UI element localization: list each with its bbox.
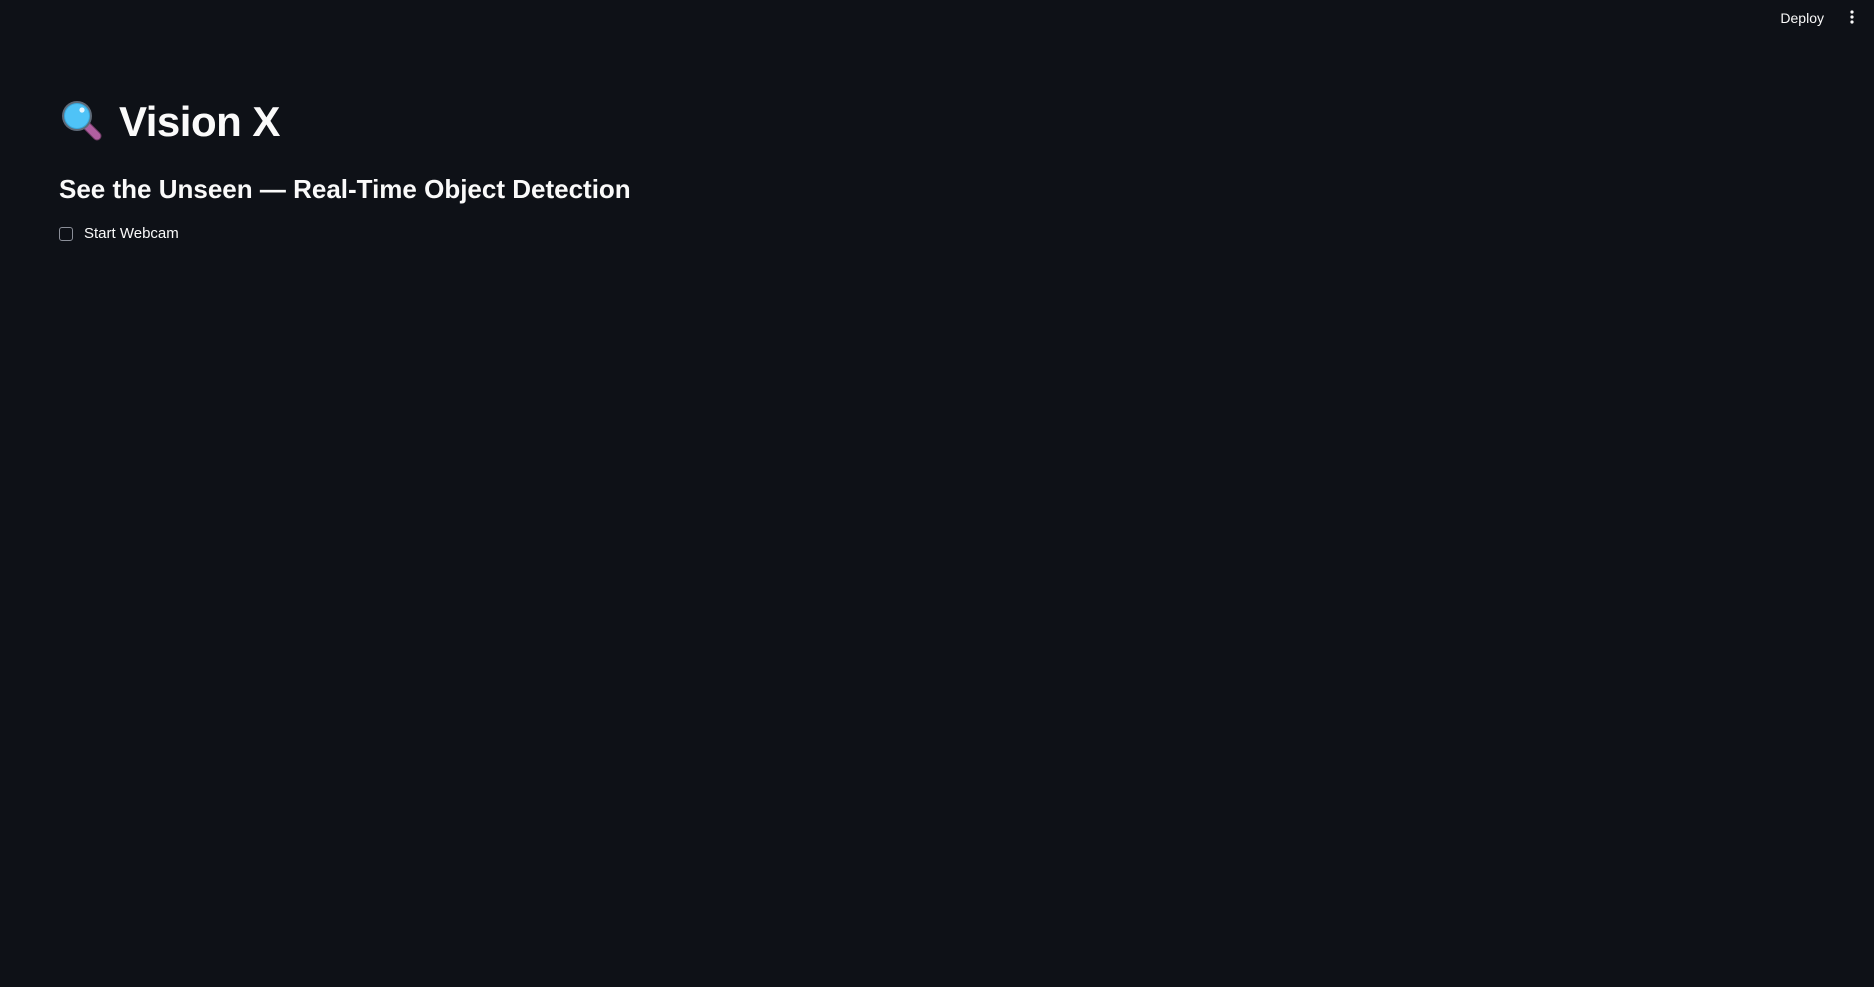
page-title: Vision X xyxy=(119,98,280,145)
kebab-menu-icon xyxy=(1850,9,1854,27)
checkbox-box[interactable] xyxy=(59,226,73,241)
top-toolbar: Deploy xyxy=(1770,0,1874,36)
title-row: Vision X xyxy=(59,92,959,152)
app-root: Deploy Vision X See the Unseen — Real-Ti… xyxy=(0,0,1874,987)
magnifying-glass-icon xyxy=(59,98,107,146)
main-menu-button[interactable] xyxy=(1842,5,1862,31)
checkbox-label: Start Webcam xyxy=(84,225,179,243)
start-webcam-checkbox[interactable]: Start Webcam xyxy=(59,225,959,242)
deploy-button[interactable]: Deploy xyxy=(1770,4,1834,32)
main-content: Vision X See the Unseen — Real-Time Obje… xyxy=(59,92,959,242)
page-subtitle: See the Unseen — Real-Time Object Detect… xyxy=(59,174,631,204)
